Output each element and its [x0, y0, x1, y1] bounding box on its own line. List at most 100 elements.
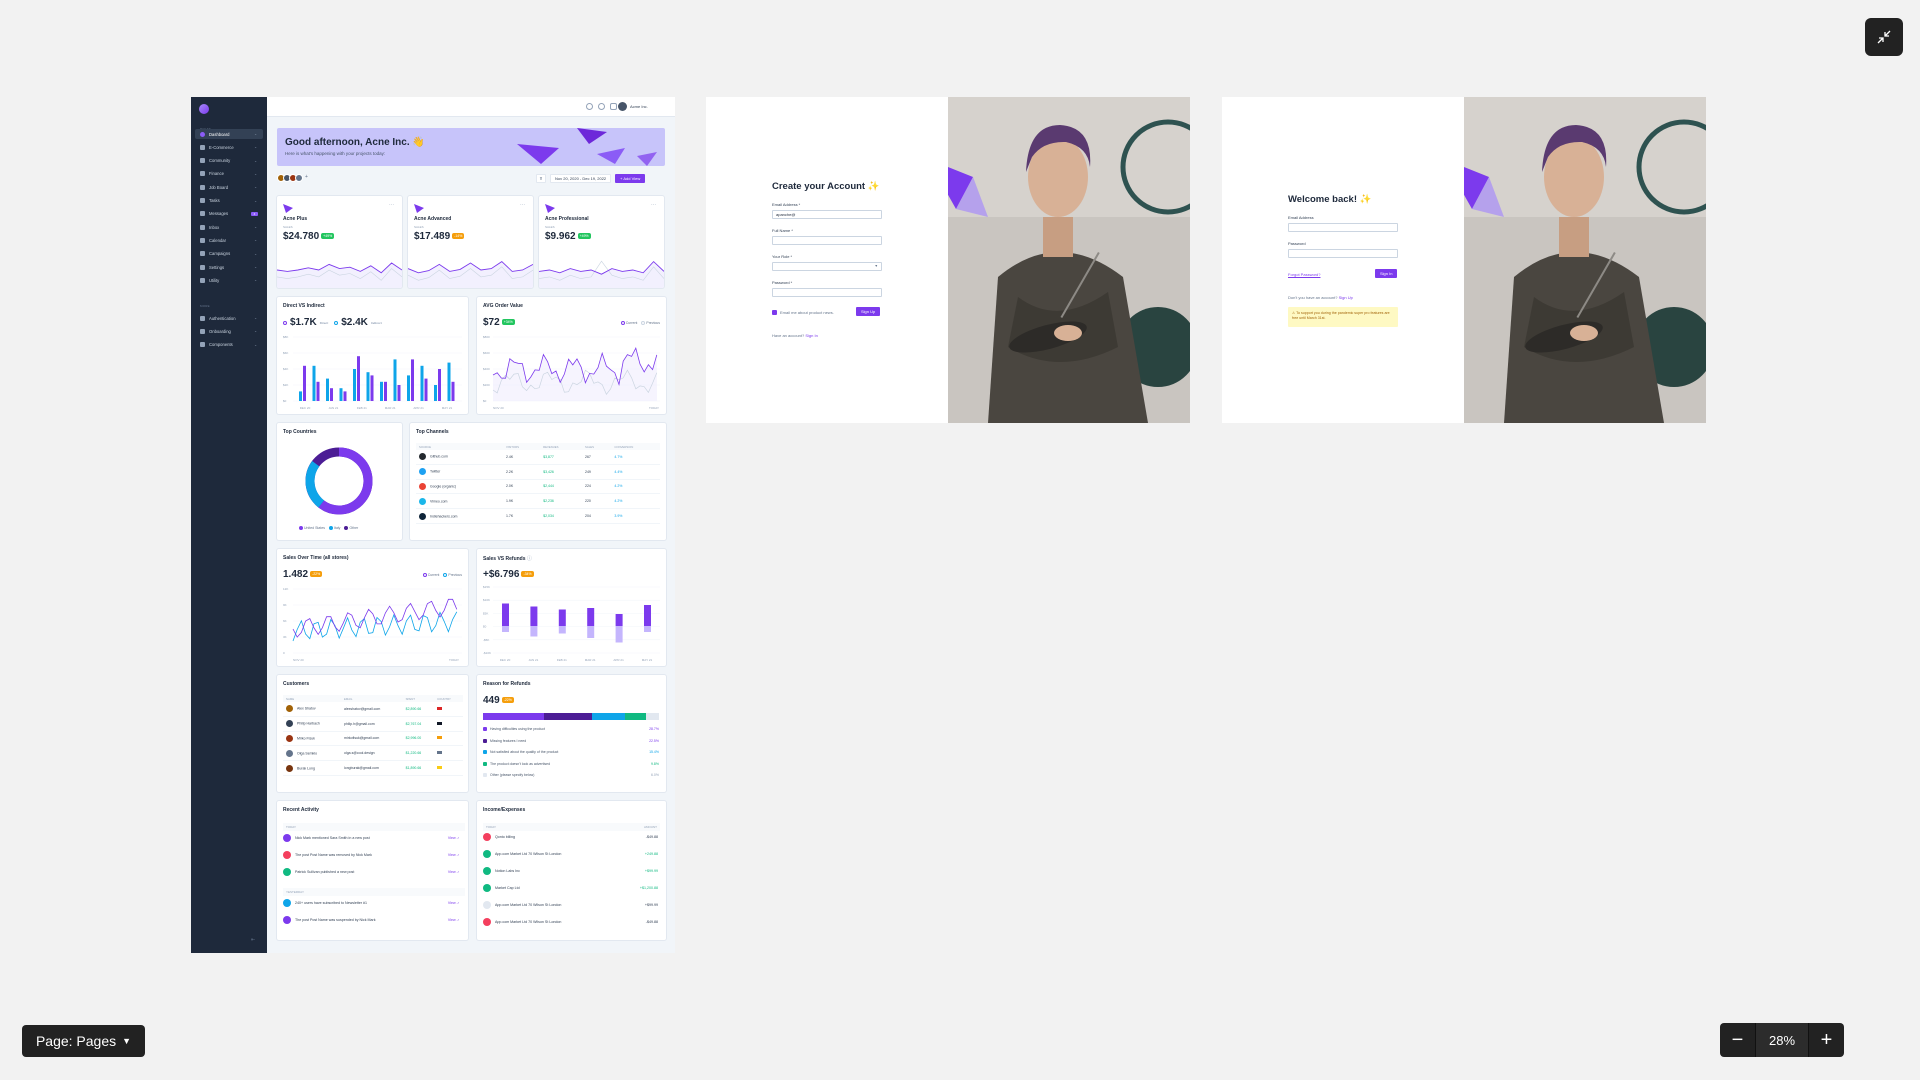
view-link[interactable]: View -› [448, 853, 459, 857]
password-field[interactable] [772, 288, 882, 297]
sidebar-item-settings[interactable]: Settings ⌄ [195, 262, 263, 272]
user-menu[interactable]: Acme Inc. [630, 104, 648, 109]
collapse-view-button[interactable] [1865, 18, 1903, 56]
signup-button[interactable]: Sign Up [856, 307, 881, 316]
more-options-icon[interactable]: ··· [651, 202, 656, 208]
table-row[interactable]: Burak Long longburak@gmail.com $1,890.66 [283, 760, 463, 776]
transaction-item[interactable]: App.com Market Ltd 70 Wilson St London -$… [483, 918, 660, 926]
activity-item: The post Post Name was removed by Nick M… [283, 851, 465, 859]
signin-button[interactable]: Sign In [1375, 269, 1398, 278]
sidebar-item-authentication[interactable]: Authentication ⌄ [195, 313, 263, 323]
sidebar-item-inbox[interactable]: Inbox ⌄ [195, 222, 263, 232]
table-row[interactable]: Philip Harbach philip.h@gmail.com $2,767.0… [283, 716, 463, 732]
table-row[interactable]: Github.com 2.4K $3,877 267 4.7% [416, 450, 660, 465]
zoom-in-button[interactable]: + [1809, 1023, 1844, 1057]
table-row[interactable]: Google (organic) 2.0K $2,444 224 4.2% [416, 479, 660, 495]
kpi-change-badge: +49% [577, 233, 591, 240]
signup-frame[interactable]: Create your Account ✨ Email Address * ap… [706, 97, 1190, 423]
sidebar-item-utility[interactable]: Utility ⌄ [195, 275, 263, 285]
notifications-icon[interactable] [598, 103, 605, 110]
date-range-picker[interactable]: Nov 20, 2020 - Dec 19, 2022 [550, 174, 612, 183]
logo[interactable] [199, 104, 209, 114]
page-selector-label: Page: Pages [35, 1033, 117, 1049]
transaction-item[interactable]: Market Cap Ltd +$1,200.88 [483, 884, 660, 892]
reason-percent: 28.7% [649, 727, 659, 731]
help-icon[interactable] [610, 103, 617, 110]
section-today: TODAY [283, 823, 465, 831]
role-select[interactable]: ▼ [772, 262, 882, 271]
more-options-icon[interactable]: ··· [389, 202, 394, 208]
signup-link[interactable]: Sign Up [1339, 295, 1353, 300]
search-icon[interactable] [586, 103, 593, 110]
zoom-level[interactable]: 28% [1755, 1023, 1809, 1057]
email-field[interactable]: apanche@ [772, 210, 882, 219]
sidebar-item-job-board[interactable]: Job Board ⌄ [195, 182, 263, 192]
signin-link[interactable]: Sign In [805, 333, 817, 338]
signup-form-panel: Create your Account ✨ Email Address * ap… [706, 97, 948, 423]
sidebar-item-e-commerce[interactable]: E-Commerce ⌄ [195, 142, 263, 152]
role-label: Your Role * [772, 254, 793, 259]
table-row[interactable]: Mirko Fisuk mirkofisuk@gmail.com $2,996.00 [283, 731, 463, 747]
y-tick-label: $10K [483, 598, 490, 602]
table-row[interactable]: Vimeo.com 1.9K $2,236 220 4.2% [416, 493, 660, 510]
transaction-item[interactable]: Notion Labs Inc +$99.99 [483, 867, 660, 875]
view-link[interactable]: View -› [448, 918, 459, 922]
view-link[interactable]: View -› [448, 836, 459, 840]
onboarding-icon [200, 328, 205, 334]
password-field[interactable] [1288, 249, 1398, 258]
sidebar-item-campaigns[interactable]: Campaigns ⌄ [195, 249, 263, 259]
view-link[interactable]: View -› [448, 870, 459, 874]
sidebar-item-components[interactable]: Components ⌄ [195, 340, 263, 350]
unread-badge: 4 [251, 211, 258, 216]
legend-item-united-states[interactable]: United States [299, 526, 325, 531]
sidebar-collapse-icon[interactable]: ⇤ [251, 937, 255, 943]
more-options-icon[interactable]: ··· [520, 202, 525, 208]
transaction-item[interactable]: Qonto billing -$49.88 [483, 833, 660, 841]
table-row[interactable]: Twitter 2.2K $3,426 249 4.4% [416, 464, 660, 480]
legend-item-other[interactable]: Other [344, 526, 358, 531]
add-view-button[interactable]: + Add View [615, 174, 646, 183]
sidebar-item-calendar[interactable]: Calendar ⌄ [195, 235, 263, 245]
newsletter-checkbox[interactable] [772, 310, 777, 315]
name-cell: Philip Harbach [283, 716, 342, 732]
activity-text: 240+ users have subscribed to Newsletter… [295, 901, 368, 905]
table-row[interactable]: Olga Semklo olga.s@cool.design $1,220.66 [283, 745, 463, 762]
flag-icon [437, 706, 443, 710]
sidebar-item-tasks[interactable]: Tasks ⌄ [195, 196, 263, 206]
zoom-out-button[interactable]: − [1720, 1023, 1755, 1057]
activity-text: The post Post Name was removed by Nick M… [295, 853, 372, 857]
sidebar-item-onboarding[interactable]: Onboarding ⌄ [195, 326, 263, 336]
components-icon [200, 342, 205, 348]
page-selector[interactable]: Page: Pages ▼ [22, 1025, 145, 1057]
table-row[interactable]: Indiehackers.com 1.7K $2,034 204 3.9% [416, 508, 660, 524]
sidebar-item-finance[interactable]: Finance ⌄ [195, 169, 263, 179]
sales-bar [558, 609, 566, 626]
filter-button[interactable]: ⊽ [536, 174, 546, 183]
dashboard-frame[interactable]: PAGES Dashboard⌄E-Commerce⌄Community⌄Fin… [191, 97, 675, 953]
chevron-down-icon: ⌄ [254, 171, 257, 176]
sidebar-item-dashboard[interactable]: Dashboard ⌄ [195, 129, 263, 139]
calendar-icon [200, 237, 205, 243]
indirect-bar [397, 385, 401, 401]
team-avatars[interactable]: + [277, 174, 311, 182]
view-link[interactable]: View -› [448, 901, 459, 905]
spent-cell: $2,996.00 [402, 731, 435, 747]
legend-item-italy[interactable]: Italy [329, 526, 340, 531]
kpi-subtitle: SALES [283, 225, 293, 229]
sidebar-item-community[interactable]: Community ⌄ [195, 156, 263, 166]
transaction-item[interactable]: App.com Market Ltd 70 Wilson St London +2… [483, 850, 660, 858]
avatar[interactable] [618, 102, 627, 111]
source-cell: Indiehackers.com [416, 508, 503, 524]
signin-frame[interactable]: Welcome back! ✨ Email Address Password F… [1222, 97, 1706, 423]
forgot-password-link[interactable]: Forgot Password? [1288, 272, 1320, 277]
sidebar-item-messages[interactable]: Messages 4 [195, 209, 263, 219]
sales-bar [530, 606, 538, 626]
full-name-field[interactable] [772, 236, 882, 245]
activity-icon [283, 851, 291, 859]
conversion-cell: 4.4% [611, 464, 660, 480]
transaction-item[interactable]: App.com Market Ltd 70 Wilson St London +$… [483, 901, 660, 909]
table-row[interactable]: Alex Shatov alexshatov@gmail.com $2,890.66 [283, 702, 463, 717]
email-field[interactable] [1288, 223, 1398, 232]
sales-bar [502, 603, 509, 626]
x-tick-label: MAR 21 [385, 406, 396, 410]
